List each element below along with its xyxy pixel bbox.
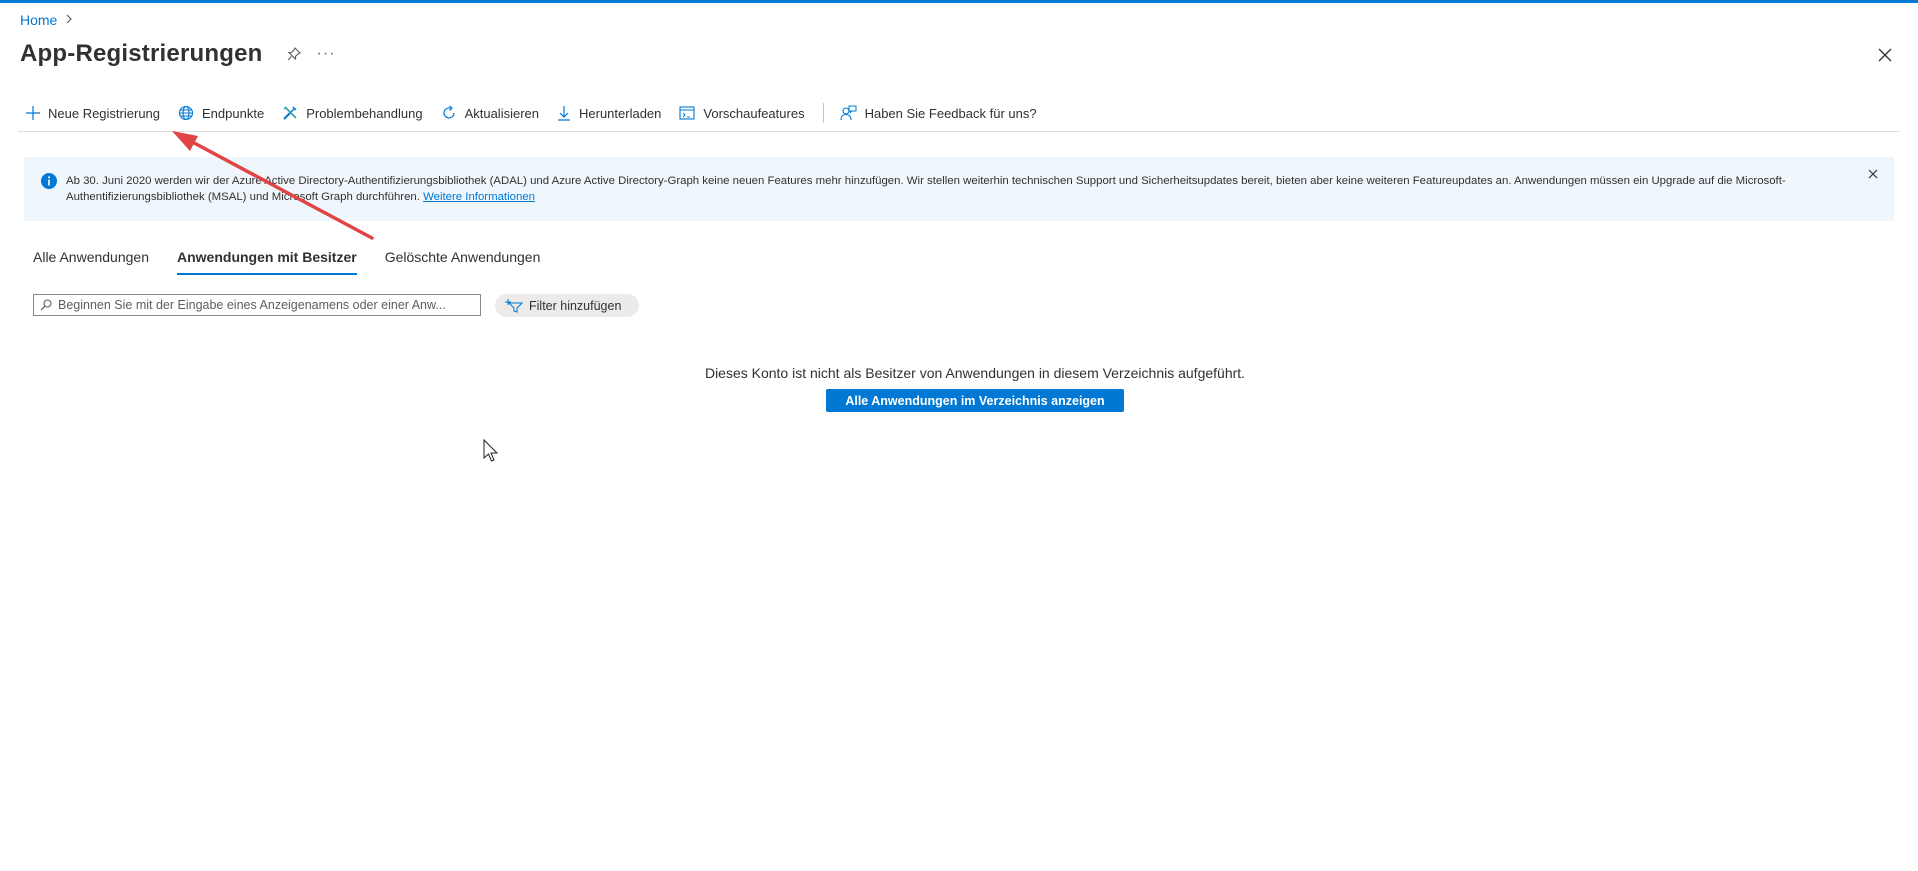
breadcrumb-home-link[interactable]: Home bbox=[20, 12, 57, 28]
plus-icon bbox=[26, 106, 40, 120]
chevron-right-icon bbox=[65, 13, 73, 27]
top-accent-bar bbox=[0, 0, 1918, 3]
command-bar: Neue Registrierung Endpunkte Problembeha… bbox=[18, 98, 1900, 132]
feedback-icon bbox=[840, 105, 857, 121]
new-registration-button[interactable]: Neue Registrierung bbox=[18, 98, 170, 128]
preview-features-label: Vorschaufeatures bbox=[703, 105, 805, 121]
refresh-button[interactable]: Aktualisieren bbox=[433, 98, 549, 128]
new-registration-label: Neue Registrierung bbox=[48, 105, 161, 121]
pin-icon[interactable] bbox=[284, 44, 304, 64]
refresh-label: Aktualisieren bbox=[464, 105, 539, 121]
wrench-icon bbox=[283, 106, 297, 120]
search-icon bbox=[40, 299, 52, 311]
toolbar-divider bbox=[822, 103, 824, 123]
troubleshooting-label: Problembehandlung bbox=[306, 105, 423, 121]
refresh-icon bbox=[442, 105, 455, 119]
download-button[interactable]: Herunterladen bbox=[549, 98, 671, 128]
tab-list: Alle Anwendungen Anwendungen mit Besitze… bbox=[33, 249, 540, 275]
globe-icon bbox=[178, 105, 194, 121]
tab-deleted-applications[interactable]: Gelöschte Anwendungen bbox=[385, 249, 541, 275]
search-box bbox=[33, 294, 481, 316]
annotation-arrowhead bbox=[172, 131, 198, 151]
endpoints-label: Endpunkte bbox=[202, 105, 265, 121]
banner-close-icon[interactable] bbox=[1866, 167, 1880, 181]
download-icon bbox=[558, 106, 570, 121]
tab-all-applications[interactable]: Alle Anwendungen bbox=[33, 249, 149, 275]
preview-features-button[interactable]: Vorschaufeatures bbox=[671, 98, 814, 128]
add-filter-label: Filter hinzufügen bbox=[529, 298, 622, 313]
page-title: App-Registrierungen bbox=[20, 40, 263, 67]
more-options-icon[interactable]: ··· bbox=[316, 45, 335, 63]
banner-text: Ab 30. Juni 2020 werden wir der Azure Ac… bbox=[66, 175, 1786, 203]
more-info-link[interactable]: Weitere Informationen bbox=[423, 191, 535, 203]
download-label: Herunterladen bbox=[579, 105, 662, 121]
page-header: App-Registrierungen ··· bbox=[20, 40, 335, 68]
add-filter-icon bbox=[505, 298, 523, 313]
search-input[interactable] bbox=[58, 298, 458, 312]
troubleshooting-button[interactable]: Problembehandlung bbox=[274, 98, 432, 128]
breadcrumb: Home bbox=[20, 12, 73, 28]
show-all-applications-button[interactable]: Alle Anwendungen im Verzeichnis anzeigen bbox=[826, 389, 1124, 412]
mouse-cursor-icon bbox=[483, 438, 499, 462]
tab-owned-applications[interactable]: Anwendungen mit Besitzer bbox=[177, 249, 357, 275]
endpoints-button[interactable]: Endpunkte bbox=[170, 98, 274, 128]
close-icon[interactable] bbox=[1876, 46, 1894, 64]
info-icon bbox=[41, 173, 57, 189]
empty-state-message: Dieses Konto ist nicht als Besitzer von … bbox=[704, 365, 1246, 381]
info-banner: Ab 30. Juni 2020 werden wir der Azure Ac… bbox=[24, 157, 1894, 221]
add-filter-button[interactable]: Filter hinzufügen bbox=[495, 294, 640, 317]
feedback-label: Haben Sie Feedback für uns? bbox=[864, 105, 1037, 121]
banner-message: Ab 30. Juni 2020 werden wir der Azure Ac… bbox=[66, 174, 1836, 205]
feedback-button[interactable]: Haben Sie Feedback für uns? bbox=[832, 98, 1047, 128]
preview-icon bbox=[679, 106, 695, 120]
